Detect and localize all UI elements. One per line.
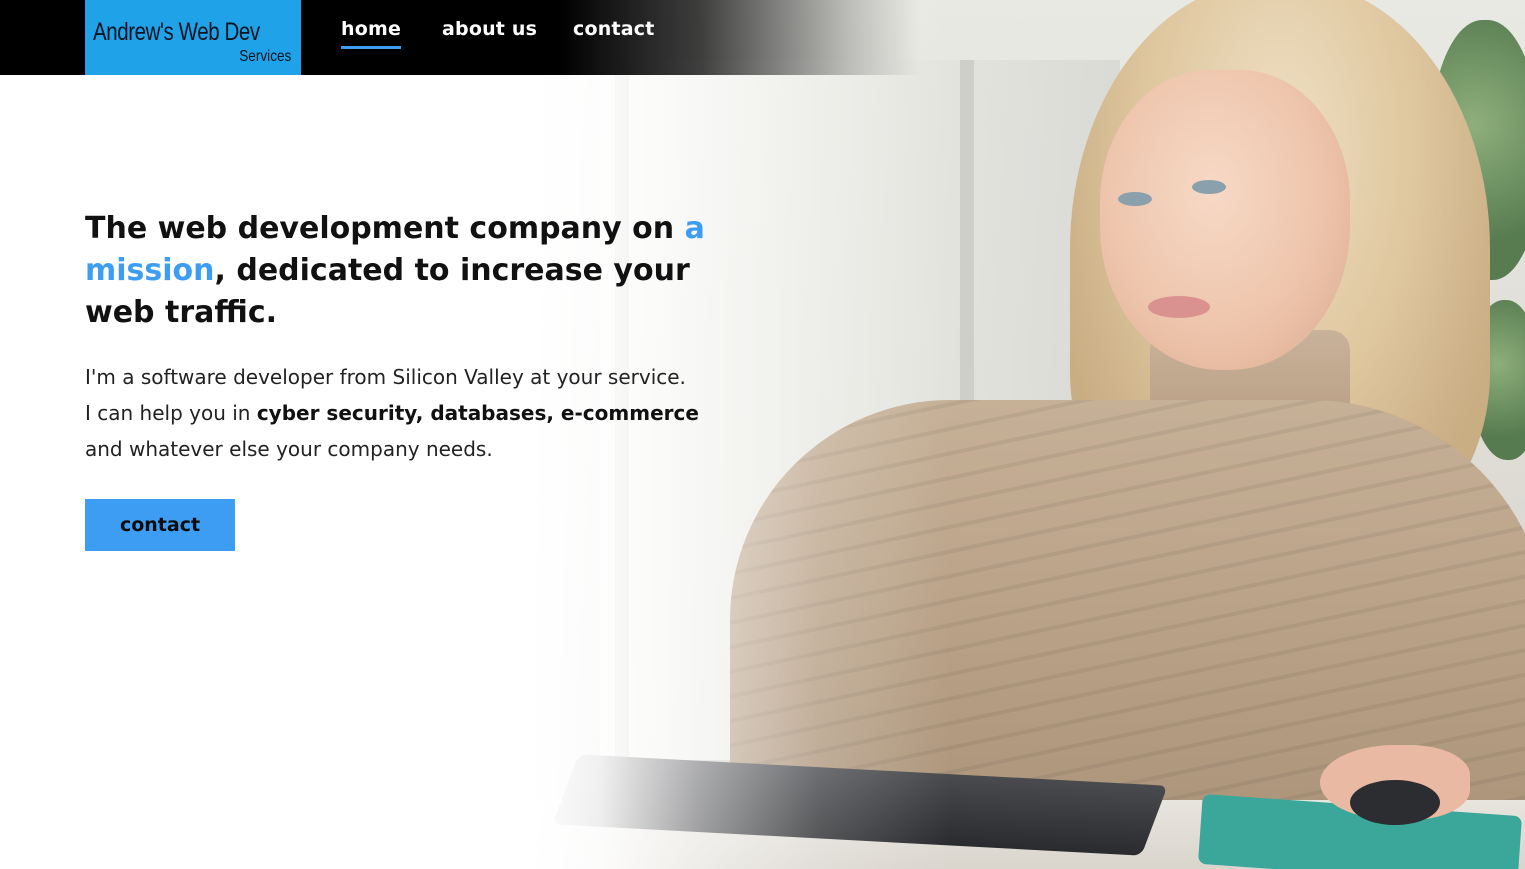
logo-title: Andrew's Web Dev: [93, 18, 260, 46]
hero-heading-start: The web development company on: [85, 211, 685, 246]
nav-home-link[interactable]: home: [341, 18, 402, 49]
navbar: Andrew's Web Dev Services home about us …: [0, 0, 1525, 75]
contact-button[interactable]: contact: [85, 499, 235, 551]
hero-line-3: and whatever else your company needs.: [85, 437, 493, 461]
hero-line-1: I'm a software developer from Silicon Va…: [85, 365, 686, 389]
hero-heading: The web development company on a mission…: [85, 208, 745, 334]
hero-services-list: cyber security, databases, e-commerce: [256, 401, 699, 425]
nav-contact-link[interactable]: contact: [573, 18, 655, 46]
nav-about-link[interactable]: about us: [442, 18, 537, 46]
site-logo[interactable]: Andrew's Web Dev Services: [85, 0, 301, 75]
hero-line-2-prefix: I can help you in: [85, 401, 257, 425]
logo-subtitle: Services: [238, 48, 291, 65]
hero-description: I'm a software developer from Silicon Va…: [85, 359, 765, 467]
